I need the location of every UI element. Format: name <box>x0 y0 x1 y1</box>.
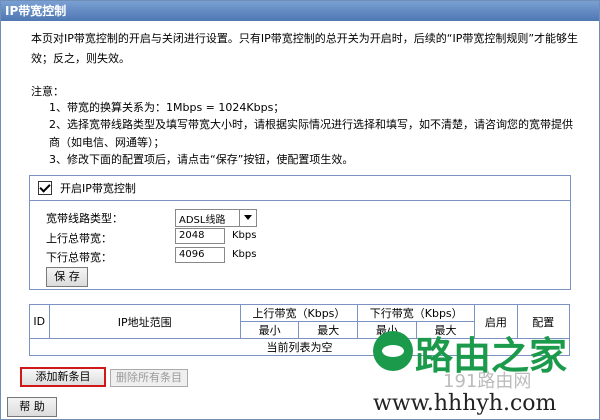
enable-checkbox[interactable] <box>38 181 52 195</box>
line-type-label: 宽带线路类型： <box>46 212 123 225</box>
down-unit: Kbps <box>232 249 257 260</box>
watermark-logo-icon <box>373 331 413 371</box>
delete-all-entries-button[interactable]: 删除所有条目 <box>110 369 188 387</box>
bandwidth-settings-box: 开启IP带宽控制 宽带线路类型： ADSL线路 上行总带宽： 2048 Kbps… <box>29 175 571 290</box>
note-item: 3、修改下面的配置项后，请点击“保存”按钮，使配置项生效。 <box>49 153 354 166</box>
watermark-sub: 191路由网 <box>443 371 532 392</box>
line-type-value: ADSL线路 <box>179 215 226 226</box>
up-unit: Kbps <box>232 230 257 241</box>
chevron-down-icon <box>239 210 256 226</box>
enable-label: 开启IP带宽控制 <box>60 182 136 195</box>
note-item: 2、选择宽带线路类型及填写带宽大小时，请根据实际情况进行选择和填写，如不清楚，请… <box>49 118 573 149</box>
col-up-bandwidth: 上行带宽（Kbps） <box>239 304 359 322</box>
add-new-entry-button[interactable]: 添加新条目 <box>20 367 106 387</box>
up-bandwidth-input[interactable]: 2048 <box>175 228 225 244</box>
col-id: ID <box>29 304 50 339</box>
col-ip-range: IP地址范围 <box>48 304 241 339</box>
notes-label: 注意： <box>31 85 64 98</box>
enable-row: 开启IP带宽控制 <box>30 176 570 201</box>
line-type-select[interactable]: ADSL线路 <box>175 209 257 227</box>
intro-text: 本页对IP带宽控制的开启与关闭进行设置。只有IP带宽控制的总开关为开启时，后续的… <box>31 32 579 65</box>
ip-bandwidth-page: IP带宽控制 本页对IP带宽控制的开启与关闭进行设置。只有IP带宽控制的总开关为… <box>0 0 600 420</box>
help-button[interactable]: 帮 助 <box>7 397 57 417</box>
watermark: 路由之家 191路由网 www.hhhyh.com <box>373 313 599 419</box>
save-button[interactable]: 保 存 <box>46 267 88 287</box>
down-bandwidth-input[interactable]: 4096 <box>175 247 225 263</box>
col-up-max: 最大 <box>298 321 359 339</box>
col-up-min: 最小 <box>239 321 300 339</box>
page-title: IP带宽控制 <box>1 1 599 21</box>
watermark-url: www.hhhyh.com <box>373 391 557 416</box>
down-bandwidth-label: 下行总带宽： <box>46 251 112 264</box>
up-bandwidth-label: 上行总带宽： <box>46 232 112 245</box>
note-item: 1、带宽的换算关系为：1Mbps = 1024Kbps； <box>49 101 285 114</box>
